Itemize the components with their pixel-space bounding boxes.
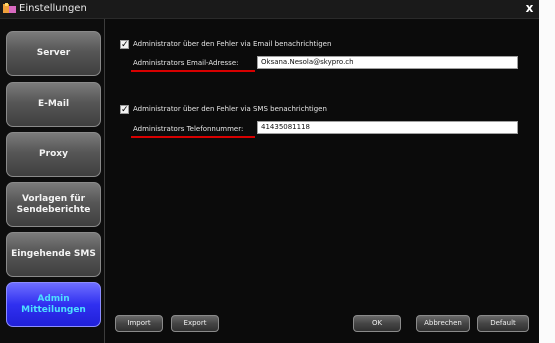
email-notify-label: Administrator über den Fehler via Email … <box>133 40 332 48</box>
ok-button[interactable]: OK <box>353 315 401 332</box>
window-frame: Einstellungen x Server E-Mail Proxy Vorl… <box>0 0 539 343</box>
window-title: Einstellungen <box>19 3 87 14</box>
sidebar-item-label: Admin Mitteilungen <box>21 293 86 315</box>
close-button[interactable]: x <box>522 1 537 16</box>
settings-app-icon <box>3 3 16 13</box>
sidebar-item-label: Vorlagen für Sendeberichte <box>16 193 91 215</box>
sms-notify-label: Administrator über den Fehler via SMS be… <box>133 105 327 113</box>
sidebar-item-admin-notifications[interactable]: Admin Mitteilungen <box>6 282 101 327</box>
import-button[interactable]: Import <box>115 315 163 332</box>
sidebar-item-proxy[interactable]: Proxy <box>6 132 101 177</box>
settings-window: Einstellungen x Server E-Mail Proxy Vorl… <box>0 0 555 343</box>
sidebar-item-label: Proxy <box>39 149 68 159</box>
sidebar-item-label: Server <box>36 48 71 58</box>
title-bar: Einstellungen x <box>0 0 539 19</box>
sidebar-item-report-templates[interactable]: Vorlagen für Sendeberichte <box>6 182 101 227</box>
sidebar-item-label: Eingehende SMS <box>11 249 96 259</box>
admin-phone-label: Administrators Telefonnummer: <box>133 125 244 133</box>
settings-content: ✓ Administrator über den Fehler via Emai… <box>105 19 539 343</box>
settings-sidebar: Server E-Mail Proxy Vorlagen für Sendebe… <box>0 19 105 343</box>
sidebar-item-incoming-sms[interactable]: Eingehende SMS <box>6 232 101 277</box>
default-button[interactable]: Default <box>477 315 529 332</box>
admin-email-underline <box>131 70 255 72</box>
sidebar-item-label: E-Mail <box>37 99 70 109</box>
sidebar-item-server[interactable]: Server <box>6 31 101 76</box>
admin-email-label: Administrators Email-Adresse: <box>133 59 239 67</box>
email-notify-checkbox[interactable]: ✓ <box>120 40 129 50</box>
admin-phone-underline <box>131 136 255 138</box>
sidebar-item-email[interactable]: E-Mail <box>6 82 101 127</box>
cancel-button[interactable]: Abbrechen <box>416 315 470 332</box>
sms-notify-checkbox[interactable]: ✓ <box>120 105 129 115</box>
export-button[interactable]: Export <box>171 315 219 332</box>
admin-email-field[interactable]: Oksana.Nesola@skypro.ch <box>257 56 518 69</box>
admin-phone-field[interactable]: 41435081118 <box>257 121 518 134</box>
